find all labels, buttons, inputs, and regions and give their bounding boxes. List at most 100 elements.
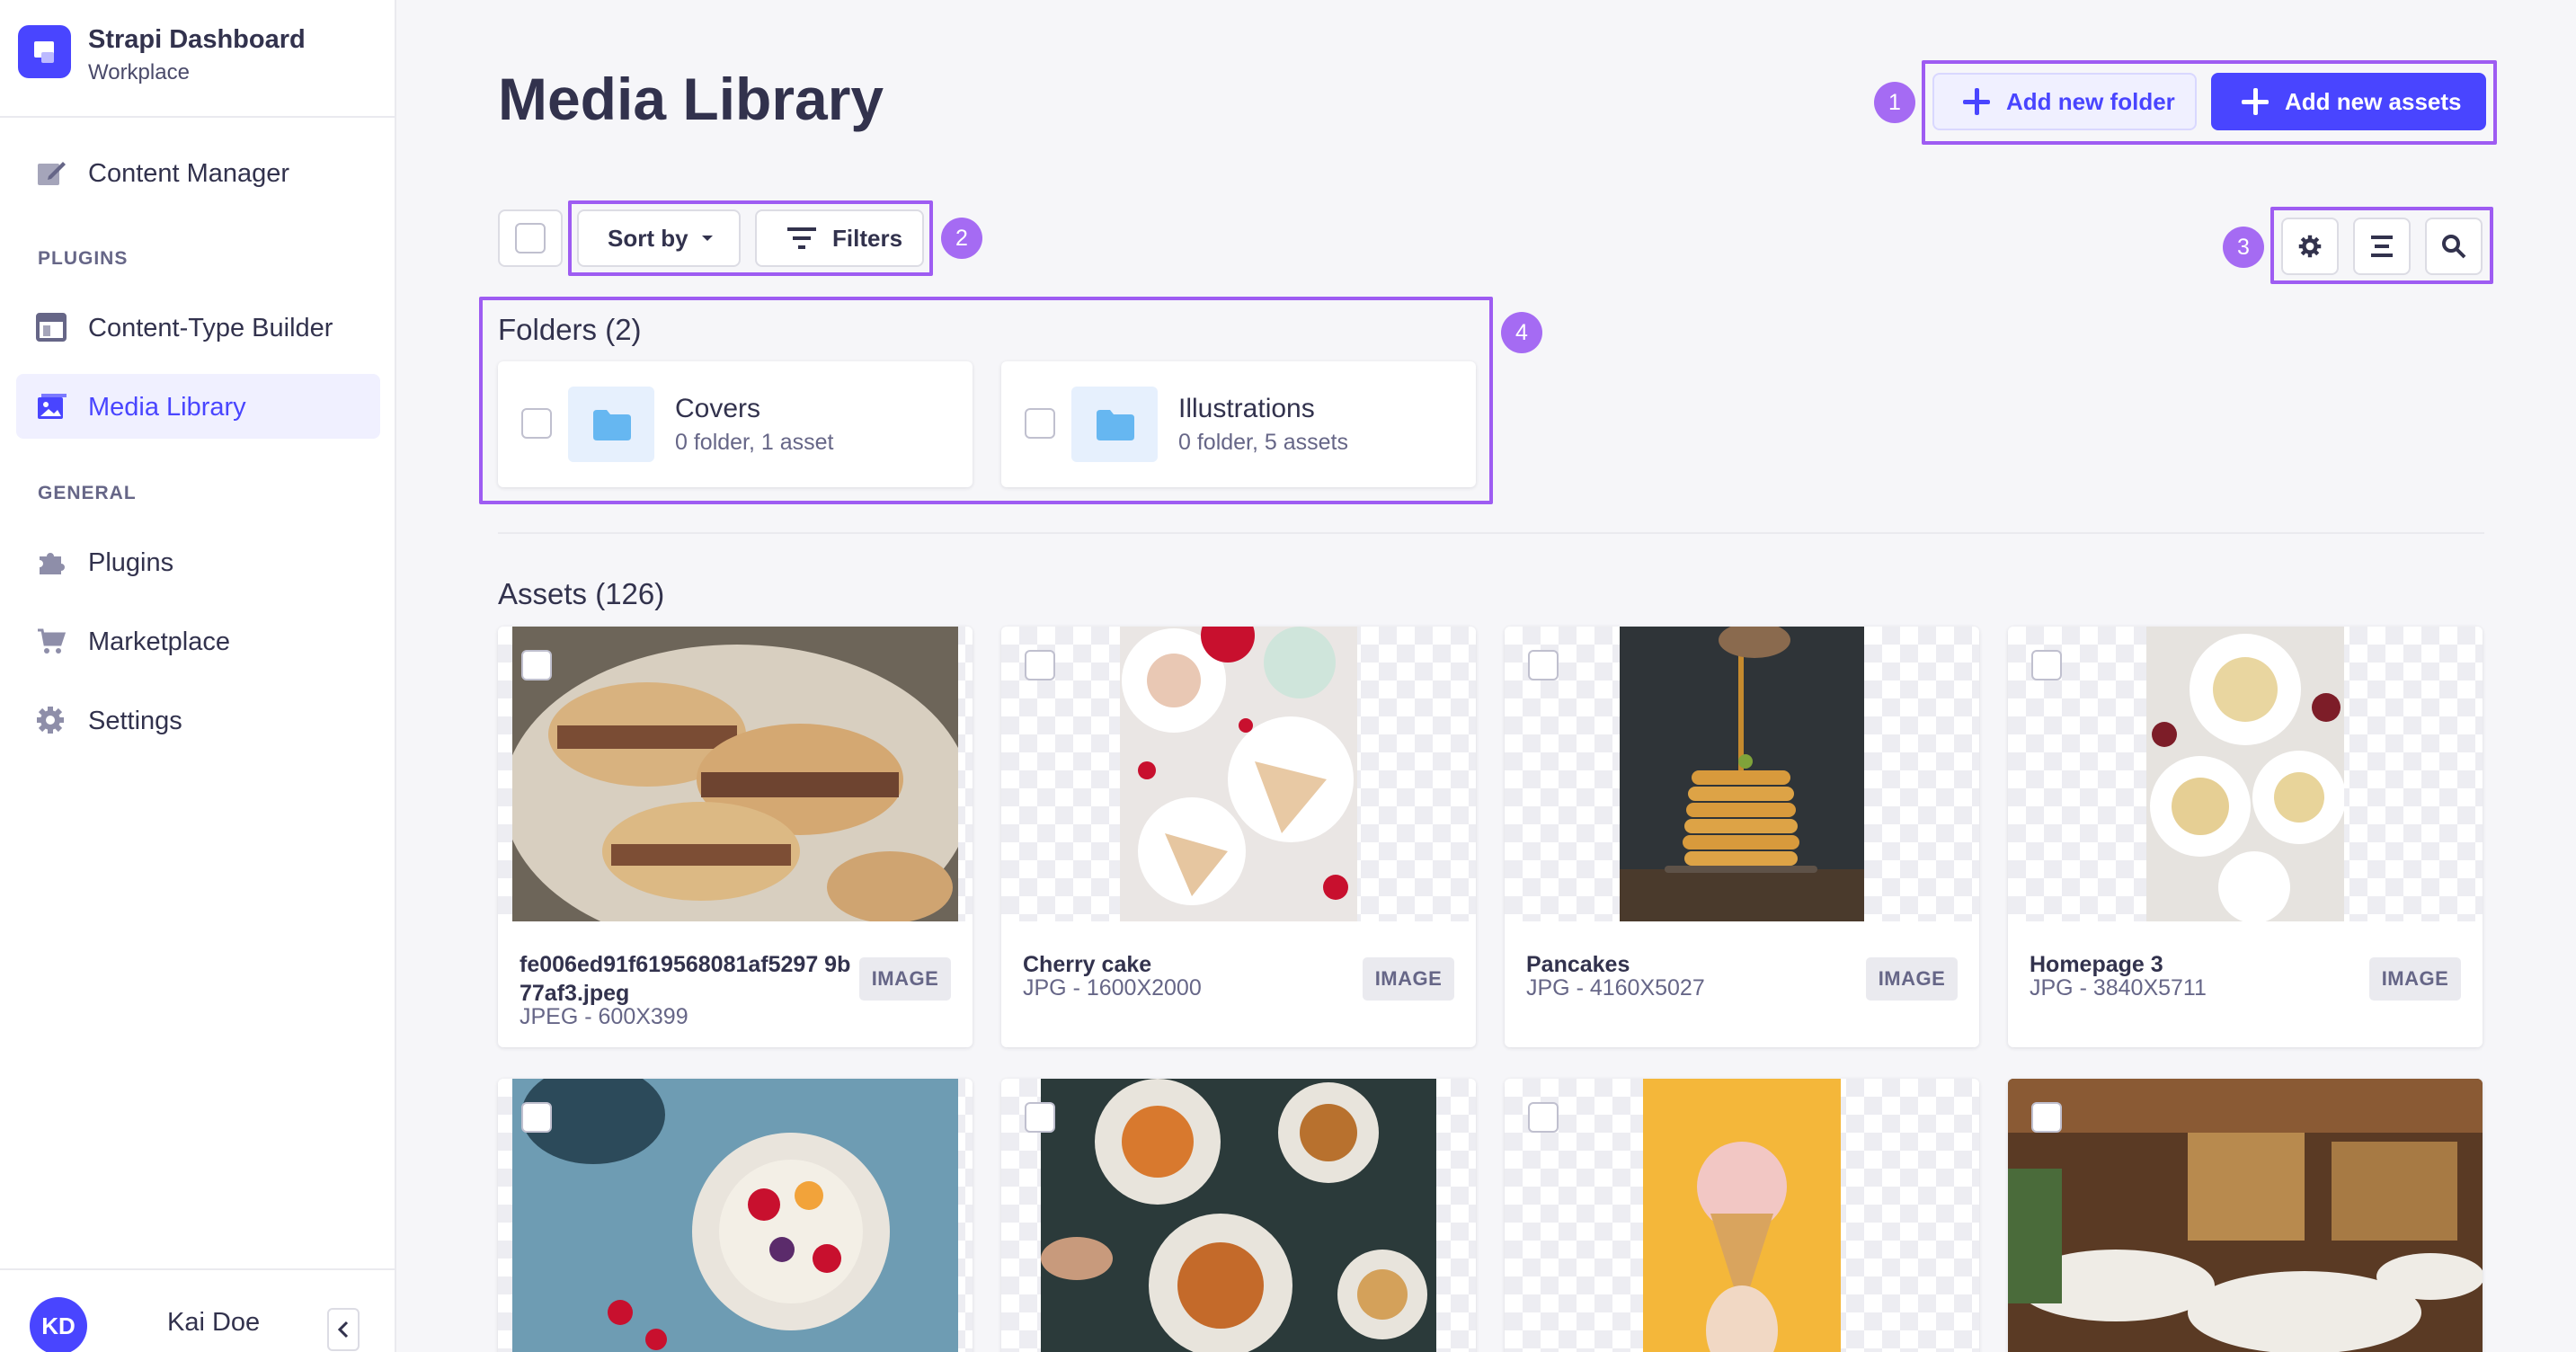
pencil-square-icon — [38, 162, 66, 185]
sidebar-item-media-library[interactable]: Media Library — [16, 374, 380, 439]
asset-image — [2008, 1079, 2483, 1352]
folder-checkbox[interactable] — [521, 408, 552, 439]
search-icon — [2442, 235, 2466, 259]
asset-meta: JPG - 1600X2000 — [1023, 975, 1202, 1001]
sidebar-item-settings[interactable]: Settings — [16, 688, 380, 752]
layout-icon — [36, 313, 67, 342]
sidebar-item-label: Plugins — [88, 548, 174, 577]
select-all-checkbox[interactable] — [515, 223, 546, 254]
sort-by-button[interactable]: Sort by — [577, 209, 741, 267]
asset-checkbox[interactable] — [1025, 1102, 1055, 1133]
sidebar-item-marketplace[interactable]: Marketplace — [16, 609, 380, 673]
asset-card[interactable] — [2008, 1079, 2483, 1352]
add-new-assets-label: Add new assets — [2285, 87, 2462, 115]
asset-checkbox[interactable] — [1528, 1102, 1559, 1133]
sidebar-item-label: Settings — [88, 707, 182, 735]
assets-heading: Assets (126) — [498, 577, 665, 610]
asset-card[interactable]: fe006ed91f619568081af5297 9b77af3.jpeg J… — [498, 627, 973, 1047]
asset-checkbox[interactable] — [521, 1102, 552, 1133]
asset-type-badge: IMAGE — [2369, 957, 2461, 1001]
brand-title: Strapi Dashboard — [88, 25, 306, 54]
asset-card[interactable]: Homepage 3 JPG - 3840X5711 IMAGE — [2008, 627, 2483, 1047]
asset-checkbox[interactable] — [521, 650, 552, 680]
gear-icon — [37, 707, 64, 734]
general-section-heading: GENERAL — [38, 483, 137, 503]
cart-icon — [38, 628, 67, 654]
sort-by-label: Sort by — [608, 224, 688, 252]
asset-checkbox[interactable] — [1528, 650, 1559, 680]
folder-checkbox[interactable] — [1025, 408, 1055, 439]
collapse-sidebar-button[interactable] — [327, 1308, 360, 1351]
puzzle-icon — [40, 553, 65, 574]
folder-icon — [1097, 410, 1134, 440]
callout-badge-2: 2 — [941, 218, 982, 259]
search-button[interactable] — [2425, 218, 2483, 275]
page-title: Media Library — [498, 66, 884, 132]
user-name: Kai Doe — [167, 1308, 261, 1337]
asset-checkbox[interactable] — [2031, 650, 2062, 680]
asset-thumbnail — [2008, 1079, 2483, 1352]
asset-type-badge: IMAGE — [1363, 957, 1454, 1001]
callout-badge-4: 4 — [1501, 312, 1542, 353]
sidebar-item-label: Marketplace — [88, 627, 230, 656]
filter-icon — [787, 227, 816, 249]
folders-heading: Folders (2) — [498, 313, 642, 346]
asset-thumbnail — [498, 627, 973, 921]
folder-meta: 0 folder, 5 assets — [1178, 430, 1349, 455]
asset-thumbnail — [1001, 627, 1476, 921]
asset-image — [512, 1079, 958, 1352]
asset-image — [2146, 627, 2344, 921]
asset-type-badge: IMAGE — [1866, 957, 1958, 1001]
settings-button[interactable] — [2281, 218, 2339, 275]
sidebar-item-plugins[interactable]: Plugins — [16, 529, 380, 594]
sidebar-item-label: Content-Type Builder — [88, 314, 333, 342]
asset-image — [1041, 1079, 1436, 1352]
asset-image — [512, 627, 958, 921]
asset-thumbnail — [1505, 1079, 1979, 1352]
avatar[interactable]: KD — [30, 1297, 87, 1352]
image-icon — [38, 394, 67, 419]
add-new-folder-button[interactable]: Add new folder — [1932, 73, 2197, 130]
folder-card[interactable]: Covers 0 folder, 1 asset — [498, 361, 973, 487]
folder-icon — [593, 410, 631, 440]
plus-icon — [2242, 88, 2269, 115]
section-divider — [498, 532, 2484, 534]
sidebar-item-content-type-builder[interactable]: Content-Type Builder — [16, 295, 380, 360]
filters-label: Filters — [832, 224, 903, 252]
asset-checkbox[interactable] — [2031, 1102, 2062, 1133]
gear-icon — [2298, 235, 2322, 258]
caret-down-icon — [701, 236, 713, 241]
asset-card[interactable]: Cherry cake JPG - 1600X2000 IMAGE — [1001, 627, 1476, 1047]
asset-thumbnail — [2008, 627, 2483, 921]
asset-image — [1620, 627, 1864, 921]
sidebar-item-label: Content Manager — [88, 159, 290, 188]
list-view-icon — [2371, 236, 2393, 257]
asset-meta: JPEG - 600X399 — [520, 1004, 688, 1029]
asset-card[interactable] — [1505, 1079, 1979, 1352]
select-all-checkbox-wrapper[interactable] — [498, 209, 563, 267]
folder-meta: 0 folder, 1 asset — [675, 430, 834, 455]
strapi-logo-icon — [18, 25, 71, 78]
asset-card[interactable]: Pancakes JPG - 4160X5027 IMAGE — [1505, 627, 1979, 1047]
sidebar-item-content-manager[interactable]: Content Manager — [16, 140, 380, 205]
filters-button[interactable]: Filters — [755, 209, 924, 267]
callout-badge-1: 1 — [1874, 82, 1915, 123]
folder-thumbnail — [1071, 387, 1158, 462]
asset-checkbox[interactable] — [1025, 650, 1055, 680]
sidebar-item-label: Media Library — [88, 393, 246, 422]
brand-subtitle: Workplace — [88, 60, 190, 84]
callout-badge-3: 3 — [2223, 227, 2264, 268]
list-view-button[interactable] — [2353, 218, 2411, 275]
add-new-folder-label: Add new folder — [2006, 87, 2175, 115]
asset-card[interactable] — [498, 1079, 973, 1352]
user-footer: KD Kai Doe — [0, 1268, 395, 1352]
chevron-left-icon — [337, 1321, 349, 1339]
asset-type-badge: IMAGE — [859, 957, 951, 1001]
add-new-assets-button[interactable]: Add new assets — [2211, 73, 2486, 130]
folder-card[interactable]: Illustrations 0 folder, 5 assets — [1001, 361, 1476, 487]
asset-card[interactable] — [1001, 1079, 1476, 1352]
plus-icon — [1963, 88, 1990, 115]
asset-image — [1120, 627, 1357, 921]
sidebar: Strapi Dashboard Workplace Content Manag… — [0, 0, 396, 1352]
asset-meta: JPG - 3840X5711 — [2030, 975, 2207, 1001]
